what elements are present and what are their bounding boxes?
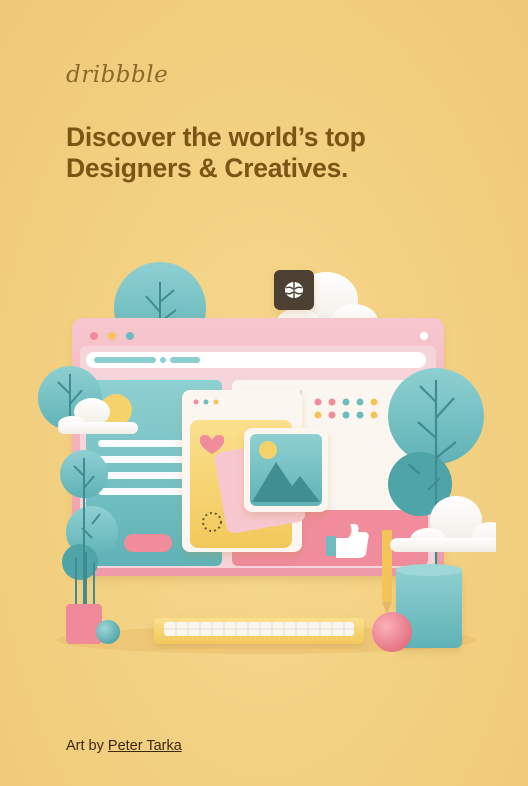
window-dot-green [126, 332, 134, 340]
brain-badge[interactable] [274, 270, 314, 310]
headline-line-1: Discover the world’s top [66, 122, 366, 152]
keyboard[interactable] [154, 618, 364, 644]
page-headline: Discover the world’s top Designers & Cre… [66, 122, 486, 184]
brain-icon [285, 282, 303, 298]
ball-pink [372, 612, 412, 652]
ball-teal [96, 620, 120, 644]
headline-line-2: Designers & Creatives. [66, 153, 349, 183]
hero-illustration [36, 262, 496, 662]
illustration-svg [38, 262, 496, 654]
image-card [244, 428, 328, 512]
address-bar[interactable] [86, 352, 426, 368]
page-background: dribbble Discover the world’s top Design… [0, 0, 528, 786]
window-dot-white [420, 332, 428, 340]
window-dot-yellow [108, 332, 116, 340]
credit-prefix: Art by [66, 738, 104, 754]
art-credit: Art by Peter Tarka [66, 738, 182, 754]
pill-button[interactable] [124, 534, 172, 552]
window-dot-red [90, 332, 98, 340]
dribbble-logo[interactable]: dribbble [66, 62, 168, 88]
artist-link[interactable]: Peter Tarka [108, 738, 182, 754]
